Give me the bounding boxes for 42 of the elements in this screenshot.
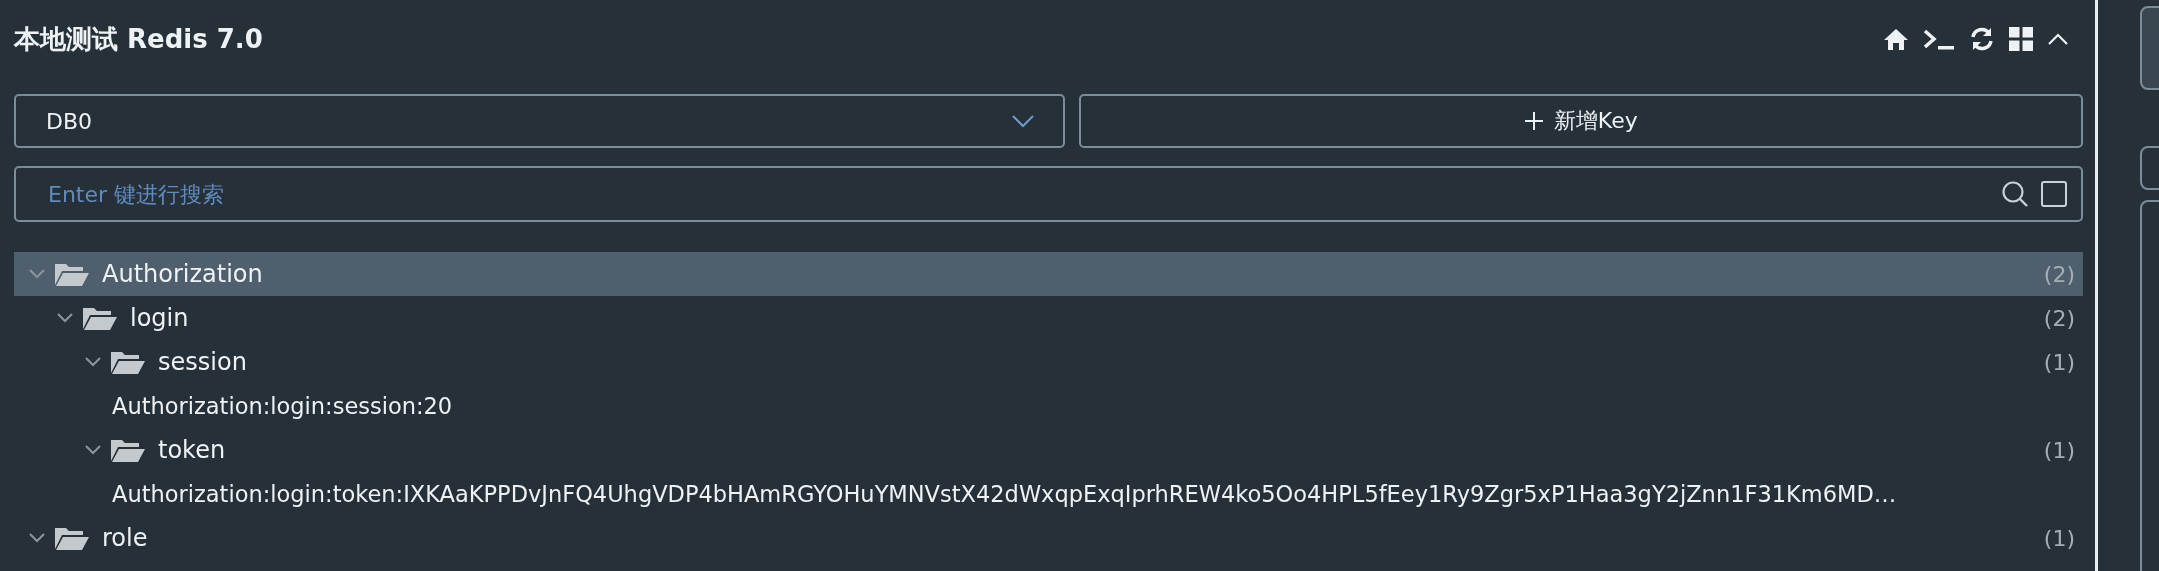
home-icon[interactable] [1883, 27, 1909, 51]
chevron-down-icon[interactable] [56, 312, 74, 324]
folder-icon [82, 305, 118, 331]
connection-title: 本地测试 Redis 7.0 [14, 22, 263, 56]
tree-row[interactable]: login (2) [14, 296, 2083, 340]
folder-icon [54, 261, 90, 287]
folder-name: login [130, 304, 190, 332]
tree-row[interactable]: role (1) [14, 516, 2083, 560]
tree-row[interactable]: Authorization:login:session:20 [14, 384, 2083, 428]
key-count: (1) [2043, 349, 2075, 375]
search-field[interactable]: Enter 键进行搜索 [14, 166, 2083, 222]
tree-row[interactable]: token (1) [14, 428, 2083, 472]
key-name: Authorization:login:session:20 [112, 393, 453, 419]
key-count: (1) [2043, 437, 2075, 463]
key-count: (2) [2043, 305, 2075, 331]
chevron-up-icon[interactable] [2047, 32, 2069, 46]
plus-icon [1523, 111, 1544, 131]
chevron-down-icon[interactable] [84, 356, 102, 368]
checkbox[interactable] [2041, 181, 2067, 207]
tree-row[interactable]: Authorization (2) [14, 252, 2083, 296]
chevron-down-icon[interactable] [84, 444, 102, 456]
add-key-button[interactable]: 新增Key [1078, 94, 2083, 148]
chevron-down-icon[interactable] [1010, 114, 1035, 128]
database-select[interactable]: DB0 [14, 94, 1065, 148]
search-icon[interactable] [2001, 180, 2029, 208]
folder-icon [110, 437, 146, 463]
search-input[interactable]: Enter 键进行搜索 [46, 180, 1989, 208]
folder-name: Authorization [102, 260, 264, 288]
refresh-icon[interactable] [1969, 26, 1995, 52]
folder-name: token [158, 436, 227, 464]
tree-row[interactable]: Authorization:login:token:IXKAaKPPDvJnFQ4UhgVDP4bHAmRGYOHuYMNVstX42dWxqpExqIprhREW4ko5Oo4HPL5fEey1Ry9Zgr5xP1Haa3gY2jZnn1F31Km6MD… [14, 472, 2083, 516]
key-count: (2) [2043, 261, 2075, 287]
grid-icon[interactable] [2009, 27, 2033, 51]
chevron-down-icon[interactable] [28, 532, 46, 544]
folder-icon [54, 525, 90, 551]
folder-name: role [102, 524, 149, 552]
folder-icon [110, 349, 146, 375]
key-name: Authorization:login:token:IXKAaKPPDvJnFQ4UhgVDP4bHAmRGYOHuYMNVstX42dWxqpExqIprhREW4ko5Oo4HPL5fEey1Ry9Zgr5xP1Haa3gY2jZnn1F31Km6MD… [112, 481, 1897, 507]
terminal-icon[interactable] [1923, 27, 1955, 51]
key-count: (1) [2043, 525, 2075, 551]
folder-name: session [158, 348, 248, 376]
tree-row[interactable]: session (1) [14, 340, 2083, 384]
